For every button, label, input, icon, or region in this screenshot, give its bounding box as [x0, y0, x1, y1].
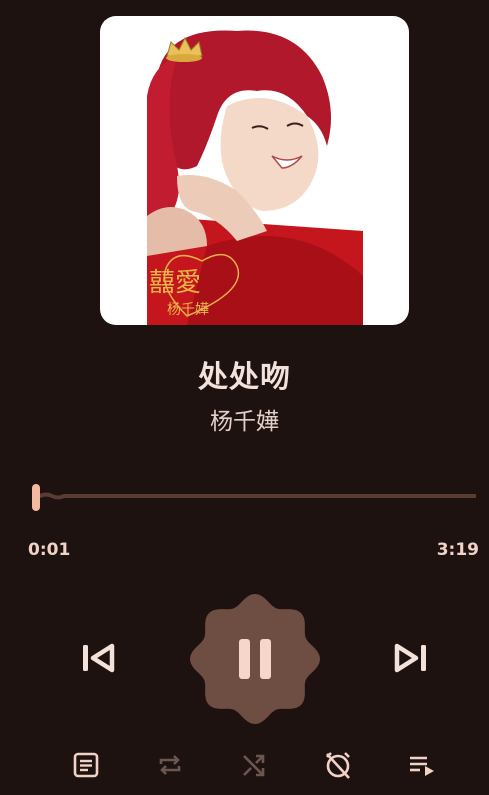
now-playing-screen: 囍愛 杨千嬅 处处吻 杨千嬅 0:01 3:19 [0, 0, 489, 795]
progress-track[interactable] [40, 492, 476, 500]
shuffle-button[interactable] [234, 745, 274, 785]
repeat-icon [159, 755, 181, 775]
album-art: 囍愛 杨千嬅 [100, 16, 409, 325]
skip-next-icon [394, 643, 426, 673]
queue-icon [410, 756, 434, 776]
sleep-timer-button[interactable] [318, 745, 358, 785]
current-time: 0:01 [28, 540, 71, 560]
next-button[interactable] [385, 632, 437, 684]
scalloped-button-background [190, 594, 320, 724]
lyrics-icon [73, 752, 99, 778]
previous-button[interactable] [72, 632, 124, 684]
album-cover-image: 囍愛 杨千嬅 [147, 16, 363, 325]
timer-off-icon [326, 752, 350, 779]
pause-icon [239, 639, 250, 679]
song-title: 处处吻 [198, 360, 291, 395]
progress-thumb[interactable] [32, 484, 40, 511]
total-time: 3:19 [436, 540, 479, 560]
play-pause-button[interactable] [188, 592, 322, 726]
shuffle-icon [243, 754, 265, 777]
album-cover-artist-text: 杨千嬅 [167, 302, 209, 318]
album-cover-title-text: 囍愛 [149, 268, 201, 298]
skip-previous-icon [83, 643, 115, 673]
artist-name[interactable]: 杨千嬅 [0, 402, 489, 436]
repeat-button[interactable] [150, 745, 190, 785]
lyrics-button[interactable] [66, 745, 106, 785]
queue-button[interactable] [402, 745, 442, 785]
